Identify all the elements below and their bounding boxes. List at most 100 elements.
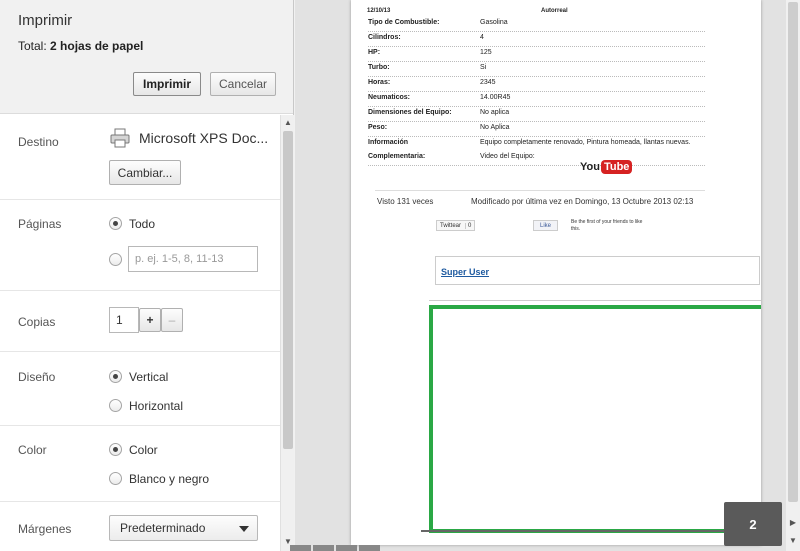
spec-key: Cilindros: [368,34,401,41]
landscape-label: Horizontal [129,399,184,413]
preview-scrollbar-thumb[interactable] [788,2,798,502]
copies-row: Copias 1 + – [0,291,280,352]
preview-scrollbar[interactable]: ▶ ▼ [786,0,800,551]
author-box: Super User [435,256,760,285]
layout-row: Diseño Vertical Horizontal [0,352,280,426]
spec-value: Equipo completamente renovado, Pintura h… [480,139,691,146]
strip-segment [313,545,334,551]
spec-row: HP: 125 [368,48,705,62]
pages-range-radio[interactable] [109,253,122,266]
landscape-radio[interactable] [109,399,122,412]
scroll-right-icon[interactable]: ▶ [788,518,798,527]
spec-row: Neumaticos: 14.00R45 [368,93,705,107]
spec-row: Tipo de Combustible: Gasolina [368,18,705,32]
spec-value: 2345 [480,79,496,86]
copies-decrement-button[interactable]: – [161,308,183,332]
spec-value: Gasolina [480,19,508,26]
chevron-down-icon [239,526,249,532]
spec-value: No aplica [480,109,510,116]
spec-value: 125 [480,49,492,56]
spec-key: Peso: [368,124,388,131]
margins-label: Márgenes [18,522,72,536]
last-modified: Modificado por última vez en Domingo, 13… [471,197,694,206]
pages-all-radio[interactable] [109,217,122,230]
print-header: Imprimir Total: 2 hojas de papel Imprimi… [0,0,293,114]
spec-key: HP: [368,49,381,56]
margins-select[interactable]: Predeterminado [109,515,258,541]
twitter-count: 0 [465,222,471,229]
print-preview-area: 12/10/13 Autorreal Tipo de Combustible: G… [295,0,800,551]
twitter-button: Twittear 0 [436,220,476,231]
settings-scrollbar-thumb[interactable] [283,131,293,449]
color-option-label: Color [129,443,158,457]
layout-label: Diseño [18,370,56,384]
margins-value: Predeterminado [120,521,206,535]
destination-label: Destino [18,135,59,149]
spec-row: Horas: 2345 [368,78,705,92]
copies-increment-button[interactable]: + [139,308,161,332]
spec-value: Video del Equipo: [480,153,535,160]
author-link: Super User [441,267,490,277]
margins-row: Márgenes Predeterminado [0,502,280,551]
strip-segment [359,545,380,551]
summary-value: 2 hojas de papel [50,39,144,53]
print-button[interactable]: Imprimir [133,72,201,96]
pages-all-label: Todo [129,217,156,231]
pages-row: Páginas Todo p. ej. 1-5, 8, 11-13 [0,200,280,291]
cancel-button[interactable]: Cancelar [210,72,276,96]
settings-list: Destino Microsoft XPS Doc... Cambiar... … [0,115,280,551]
portrait-radio[interactable] [109,370,122,383]
spec-value: 14.00R45 [480,94,511,101]
printer-icon [110,128,130,148]
spec-row: Dimensiones del Equipo: No aplica [368,108,705,122]
strip-segment [336,545,357,551]
color-row: Color Color Blanco y negro [0,426,280,502]
facebook-like-button: Like [533,220,558,231]
spec-row: Información Equipo completamente renovado… [368,138,705,152]
green-frame [429,305,761,533]
summary-prefix: Total: [18,39,47,53]
pages-label: Páginas [18,217,62,231]
spec-value: Si [480,64,487,71]
spec-row: Peso: No Aplica [368,123,705,137]
spec-row: Turbo: Si [368,63,705,77]
page-date: 12/10/13 [367,8,391,14]
strip-segment [290,545,311,551]
spec-key: Información [368,139,409,146]
preview-page: 12/10/13 Autorreal Tipo de Combustible: G… [351,0,761,545]
color-setting-label: Color [18,443,47,457]
scroll-down-icon[interactable]: ▼ [788,536,798,545]
page-separator [429,300,761,301]
destination-row: Destino Microsoft XPS Doc... Cambiar... [0,115,280,200]
color-radio[interactable] [109,443,122,456]
pages-range-input[interactable]: p. ej. 1-5, 8, 11-13 [128,246,258,272]
facebook-like-text: Be the first of your friends to like thi… [571,219,643,232]
youtube-logo: You Tube [580,158,633,176]
youtube-logo-you: You [580,161,600,173]
spec-key: Tipo de Combustible: [368,19,440,26]
spec-value: No Aplica [480,124,510,131]
page-bottom-line [421,530,761,532]
spec-key: Horas: [368,79,391,86]
page-thumbnail-strip [290,545,380,551]
bw-radio[interactable] [109,472,122,485]
view-count: Visto 131 veces [377,197,434,206]
printer-name: Microsoft XPS Doc... [139,130,269,146]
twitter-label: Twittear [440,222,462,229]
print-title: Imprimir [18,12,73,29]
spec-key: Complementaria: [368,153,426,160]
portrait-label: Vertical [129,370,169,384]
settings-scrollbar[interactable]: ▲ ▼ [280,115,294,551]
article-info-bar: Visto 131 veces Modificado por última ve… [375,190,705,210]
spec-row: Cilindros: 4 [368,33,705,47]
copies-input[interactable]: 1 [109,307,139,333]
print-settings-panel: Imprimir Total: 2 hojas de papel Imprimi… [0,0,294,551]
page-number-indicator: 2 [724,502,782,546]
spec-key: Dimensiones del Equipo: [368,109,452,116]
spec-row: Complementaria: Video del Equipo: [368,152,705,166]
scroll-up-icon[interactable]: ▲ [283,118,293,127]
bw-option-label: Blanco y negro [129,472,210,486]
spec-key: Neumaticos: [368,94,411,101]
youtube-logo-tube: Tube [600,160,633,174]
change-destination-button[interactable]: Cambiar... [109,160,181,185]
